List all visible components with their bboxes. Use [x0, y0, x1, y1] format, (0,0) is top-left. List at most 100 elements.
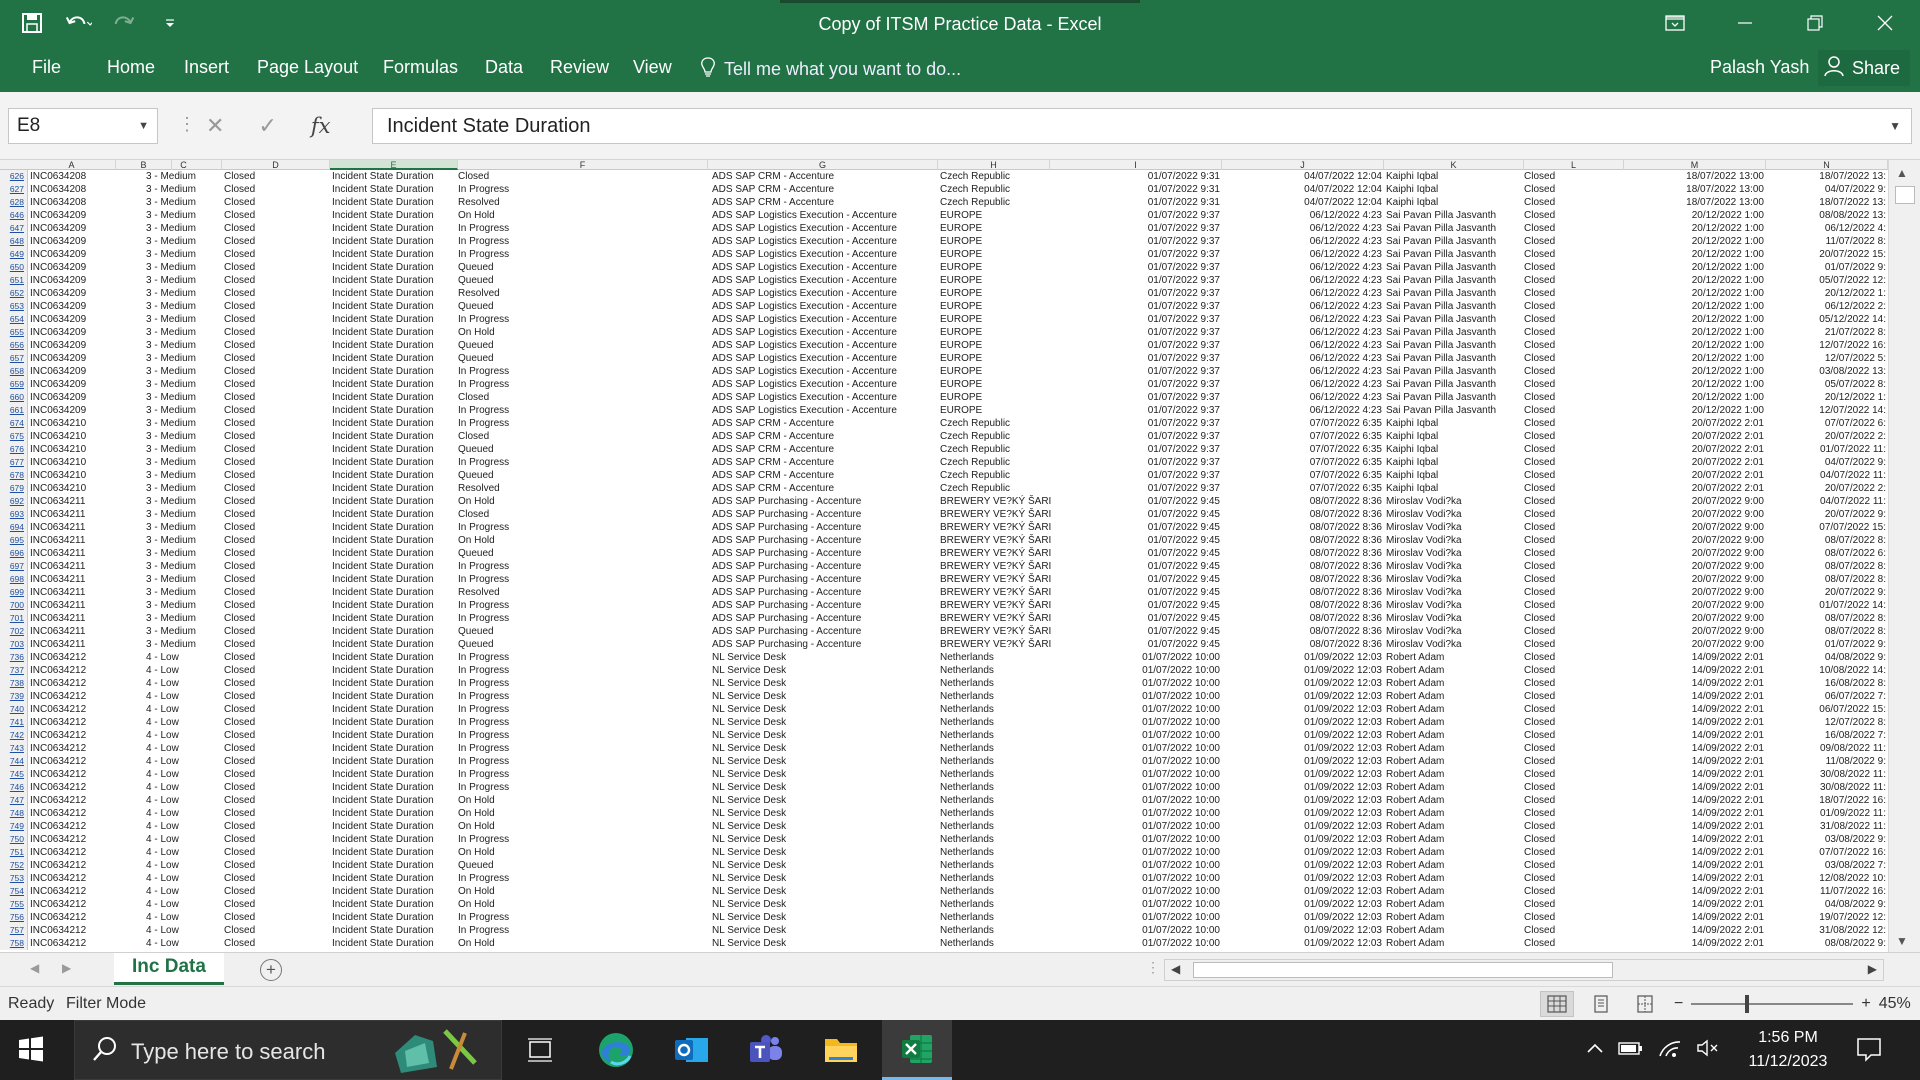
table-cell[interactable]: 20/07/2022 9:00	[1626, 508, 1764, 521]
table-cell[interactable]: Queued	[458, 261, 708, 274]
table-cell[interactable]: NL Service Desk	[712, 677, 938, 690]
table-cell[interactable]: Closed	[224, 443, 330, 456]
table-cell[interactable]: 04/07/2022 9:	[1768, 183, 1886, 196]
table-cell[interactable]: INC0634211	[30, 534, 150, 547]
table-cell[interactable]: INC0634212	[30, 859, 150, 872]
table-cell[interactable]: Czech Republic	[940, 196, 1052, 209]
minimize-icon[interactable]	[1710, 0, 1780, 46]
table-cell[interactable]: Czech Republic	[940, 170, 1052, 183]
table-cell[interactable]: 01/07/2022 10:00	[1052, 794, 1220, 807]
table-cell[interactable]: NL Service Desk	[712, 872, 938, 885]
row-header[interactable]: 657	[0, 352, 28, 365]
table-cell[interactable]: 04/07/2022 11:	[1768, 469, 1886, 482]
row-header[interactable]: 653	[0, 300, 28, 313]
table-cell[interactable]: Closed	[1524, 508, 1624, 521]
table-row[interactable]: 756 INC0634212 4 - Low Closed Incident State…	[0, 911, 1888, 924]
table-cell[interactable]: 14/09/2022 2:01	[1626, 807, 1764, 820]
table-cell[interactable]: Closed	[224, 547, 330, 560]
table-cell[interactable]: Miroslav Vodi?ka	[1386, 521, 1526, 534]
scroll-up-icon[interactable]: ▲	[1896, 166, 1908, 180]
table-cell[interactable]: Closed	[224, 703, 330, 716]
table-cell[interactable]: Incident State Duration	[332, 534, 456, 547]
table-cell[interactable]: BREWERY VE?KÝ ŠARI	[940, 625, 1052, 638]
table-cell[interactable]: Closed	[1524, 755, 1624, 768]
table-cell[interactable]: 4 - Low	[146, 716, 222, 729]
table-row[interactable]: 651 INC0634209 3 - Medium Closed Incident St…	[0, 274, 1888, 287]
table-cell[interactable]: In Progress	[458, 833, 708, 846]
table-cell[interactable]: Netherlands	[940, 846, 1052, 859]
table-cell[interactable]: 06/12/2022 4:23	[1232, 261, 1382, 274]
table-cell[interactable]: 07/07/2022 6:35	[1232, 456, 1382, 469]
table-cell[interactable]: 01/07/2022 10:00	[1052, 937, 1220, 950]
table-cell[interactable]: 01/07/2022 9:45	[1052, 508, 1220, 521]
table-cell[interactable]: EUROPE	[940, 274, 1052, 287]
row-header[interactable]: 702	[0, 625, 28, 638]
table-cell[interactable]: Sai Pavan Pilla Jasvanth	[1386, 339, 1526, 352]
table-cell[interactable]: 20/12/2022 1:00	[1626, 248, 1764, 261]
table-cell[interactable]: INC0634209	[30, 261, 150, 274]
table-cell[interactable]: 03/08/2022 9:	[1768, 833, 1886, 846]
table-cell[interactable]: INC0634212	[30, 729, 150, 742]
table-cell[interactable]: INC0634212	[30, 846, 150, 859]
table-cell[interactable]: BREWERY VE?KÝ ŠARI	[940, 586, 1052, 599]
outlook-icon[interactable]	[657, 1020, 727, 1080]
table-cell[interactable]: INC0634211	[30, 625, 150, 638]
table-cell[interactable]: In Progress	[458, 404, 708, 417]
column-header-j[interactable]: J	[1222, 160, 1384, 170]
table-row[interactable]: 747 INC0634212 4 - Low Closed Incident State…	[0, 794, 1888, 807]
table-row[interactable]: 660 INC0634209 3 - Medium Closed Incident St…	[0, 391, 1888, 404]
table-cell[interactable]: INC0634209	[30, 235, 150, 248]
table-row[interactable]: 678 INC0634210 3 - Medium Closed Incident St…	[0, 469, 1888, 482]
table-cell[interactable]: 01/07/2022 10:00	[1052, 690, 1220, 703]
table-cell[interactable]: Kaiphi Iqbal	[1386, 170, 1526, 183]
table-cell[interactable]: INC0634211	[30, 495, 150, 508]
table-cell[interactable]: Closed	[224, 482, 330, 495]
table-cell[interactable]: 3 - Medium	[146, 521, 222, 534]
table-cell[interactable]: 12/07/2022 16:	[1768, 339, 1886, 352]
table-cell[interactable]: EUROPE	[940, 339, 1052, 352]
table-cell[interactable]: 01/07/2022 9:37	[1052, 469, 1220, 482]
table-cell[interactable]: 01/09/2022 12:03	[1232, 924, 1382, 937]
vertical-scrollbar[interactable]: ▲ ▼	[1888, 160, 1920, 952]
table-cell[interactable]: 20/12/2022 1:00	[1626, 339, 1764, 352]
horizontal-scroll-thumb[interactable]	[1193, 962, 1613, 978]
table-cell[interactable]: Closed	[1524, 521, 1624, 534]
table-cell[interactable]: 4 - Low	[146, 911, 222, 924]
table-cell[interactable]: ADS SAP Purchasing - Accenture	[712, 573, 938, 586]
table-cell[interactable]: BREWERY VE?KÝ ŠARI	[940, 573, 1052, 586]
table-row[interactable]: 677 INC0634210 3 - Medium Closed Incident St…	[0, 456, 1888, 469]
table-cell[interactable]: Closed	[224, 183, 330, 196]
table-cell[interactable]: 06/12/2022 4:23	[1232, 378, 1382, 391]
table-cell[interactable]: ADS SAP CRM - Accenture	[712, 183, 938, 196]
table-cell[interactable]: 07/07/2022 6:35	[1232, 417, 1382, 430]
table-row[interactable]: 654 INC0634209 3 - Medium Closed Incident St…	[0, 313, 1888, 326]
table-cell[interactable]: 4 - Low	[146, 742, 222, 755]
table-cell[interactable]: Closed	[224, 833, 330, 846]
table-cell[interactable]: In Progress	[458, 872, 708, 885]
table-cell[interactable]: Closed	[224, 846, 330, 859]
table-cell[interactable]: Closed	[224, 222, 330, 235]
table-cell[interactable]: ADS SAP Logistics Execution - Accenture	[712, 352, 938, 365]
table-cell[interactable]: NL Service Desk	[712, 716, 938, 729]
table-cell[interactable]: ADS SAP Logistics Execution - Accenture	[712, 339, 938, 352]
table-cell[interactable]: In Progress	[458, 768, 708, 781]
tab-formulas[interactable]: Formulas	[383, 46, 458, 92]
table-cell[interactable]: Netherlands	[940, 924, 1052, 937]
table-cell[interactable]: On Hold	[458, 898, 708, 911]
table-cell[interactable]: Closed	[1524, 638, 1624, 651]
table-cell[interactable]: Closed	[224, 716, 330, 729]
table-cell[interactable]: Incident State Duration	[332, 482, 456, 495]
table-row[interactable]: 659 INC0634209 3 - Medium Closed Incident St…	[0, 378, 1888, 391]
table-row[interactable]: 750 INC0634212 4 - Low Closed Incident State…	[0, 833, 1888, 846]
table-cell[interactable]: INC0634209	[30, 248, 150, 261]
table-cell[interactable]: Closed	[1524, 495, 1624, 508]
table-cell[interactable]: INC0634209	[30, 300, 150, 313]
table-cell[interactable]: Miroslav Vodi?ka	[1386, 599, 1526, 612]
table-cell[interactable]: Closed	[1524, 781, 1624, 794]
table-cell[interactable]: Incident State Duration	[332, 404, 456, 417]
row-header[interactable]: 626	[0, 170, 28, 183]
row-header[interactable]: 700	[0, 599, 28, 612]
table-cell[interactable]: Incident State Duration	[332, 274, 456, 287]
table-cell[interactable]: 03/08/2022 7:	[1768, 859, 1886, 872]
table-cell[interactable]: NL Service Desk	[712, 924, 938, 937]
